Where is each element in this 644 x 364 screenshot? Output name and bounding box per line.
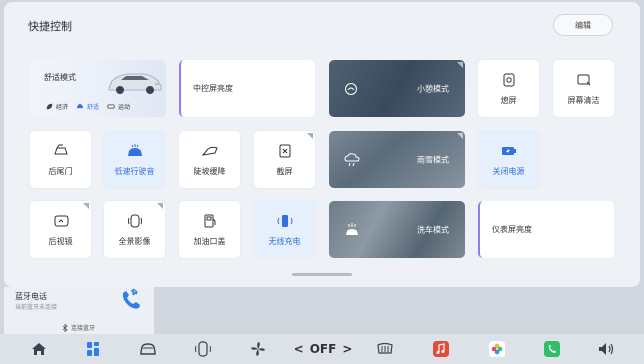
dock-defrost-button[interactable]	[374, 339, 396, 359]
bluetooth-status: 当前蓝牙未连接	[15, 304, 58, 311]
dock-seat-view-button[interactable]	[192, 339, 214, 359]
page-title: 快捷控制	[28, 20, 72, 33]
power-off-tile[interactable]: 关闭电源	[478, 131, 539, 188]
ac-increase-arrow[interactable]: >	[342, 342, 352, 356]
fan-icon	[251, 342, 265, 356]
screenshot-tile[interactable]: 截屏	[254, 131, 315, 188]
low-speed-sound-icon	[127, 144, 142, 156]
corner-marker	[157, 203, 163, 209]
mode-option-label: 经济	[56, 104, 69, 111]
corner-marker	[307, 133, 313, 139]
comfort-mode-tile[interactable]: 舒适模式 经济 舒适 运动	[30, 60, 166, 117]
screen-clean-icon	[577, 74, 590, 86]
photos-app-icon	[489, 341, 505, 357]
mode-option-label: 运动	[118, 104, 131, 111]
wireless-charging-label: 无线充电	[268, 237, 301, 246]
connect-bluetooth-label: 连接蓝牙	[71, 325, 96, 332]
car-icon	[76, 104, 84, 109]
suv-car-image	[108, 73, 162, 94]
edit-button[interactable]: 编辑	[553, 14, 613, 36]
rain-snow-icon	[344, 152, 360, 166]
mode-option-label: 舒适	[87, 104, 100, 111]
center-brightness-label: 中控屏亮度	[193, 84, 233, 93]
car-wash-mode-label: 洗车模式	[417, 225, 449, 234]
panoramic-icon	[127, 214, 142, 228]
comfort-mode-options: 经济 舒适 运动	[46, 102, 130, 111]
wireless-charging-tile[interactable]: 无线充电	[254, 201, 315, 258]
home-icon	[32, 343, 46, 355]
fuel-cap-tile[interactable]: 加油口盖	[179, 201, 240, 258]
mode-option-economy[interactable]: 经济	[46, 102, 68, 111]
rear-defrost-icon	[377, 342, 393, 354]
corner-marker	[83, 203, 89, 209]
dock-quick-control-button[interactable]	[82, 339, 104, 359]
rearview-mirror-label: 后视镜	[48, 237, 73, 246]
fuel-cap-icon	[204, 214, 215, 228]
car-front-icon	[140, 343, 156, 355]
panoramic-view-label: 全景影像	[118, 237, 151, 246]
comfort-mode-title: 舒适模式	[44, 73, 76, 82]
music-app-icon	[433, 341, 449, 357]
mode-option-comfort[interactable]: 舒适	[76, 102, 99, 111]
corner-marker	[457, 62, 463, 68]
ac-temperature-control[interactable]: < OFF >	[294, 339, 353, 359]
screen-off-icon	[503, 73, 514, 87]
bluetooth-phone-title: 蓝牙电话	[15, 292, 47, 301]
bluetooth-icon	[62, 323, 68, 332]
hill-descent-label: 陡坡缓降	[193, 167, 226, 176]
screenshot-icon	[279, 144, 290, 158]
power-off-label: 关闭电源	[492, 167, 525, 176]
mode-option-sport[interactable]: 运动	[107, 102, 130, 111]
screenshot-label: 截屏	[276, 167, 293, 176]
dashboard-brightness-label: 仪表屏亮度	[492, 225, 532, 234]
dock-music-app[interactable]	[430, 339, 452, 359]
fuel-cap-label: 加油口盖	[193, 237, 226, 246]
hill-descent-icon	[201, 146, 218, 156]
ac-state: OFF	[309, 342, 337, 356]
corner-marker	[457, 133, 463, 139]
car-wash-icon	[346, 222, 358, 235]
dashboard-brightness-slider[interactable]: 仪表屏亮度	[478, 201, 614, 258]
dock-fan-button[interactable]	[247, 339, 269, 359]
dock-photos-app[interactable]	[486, 339, 508, 359]
car-wash-mode-tile[interactable]: 洗车模式	[329, 201, 465, 258]
screen-off-tile[interactable]: 熄屏	[478, 60, 539, 117]
screen-clean-label: 屏幕清洁	[567, 96, 600, 105]
screen-off-label: 熄屏	[500, 96, 517, 105]
ac-decrease-arrow[interactable]: <	[294, 342, 304, 356]
phone-bluetooth-icon	[122, 288, 140, 309]
dock-volume-button[interactable]	[596, 339, 618, 359]
volume-icon	[599, 343, 614, 355]
tailgate-tile[interactable]: 后尾门	[30, 131, 91, 188]
tailgate-icon	[53, 144, 68, 155]
dock-vehicle-button[interactable]	[137, 339, 159, 359]
tailgate-label: 后尾门	[48, 167, 73, 176]
low-speed-sound-tile[interactable]: 低速行驶音	[104, 131, 165, 188]
sport-icon	[107, 104, 115, 109]
leaf-icon	[46, 103, 53, 110]
bluetooth-phone-card[interactable]: 蓝牙电话 当前蓝牙未连接 连接蓝牙	[4, 287, 154, 335]
center-brightness-slider[interactable]: 中控屏亮度	[179, 60, 315, 117]
bottom-dock: < OFF >	[0, 334, 644, 364]
nap-icon	[345, 82, 357, 95]
battery-bolt-icon	[501, 147, 516, 155]
rearview-mirror-tile[interactable]: 后视镜	[30, 201, 91, 258]
phone-app-icon	[544, 341, 560, 357]
car-top-view-icon	[195, 341, 211, 357]
mirror-icon	[54, 215, 68, 227]
low-speed-sound-label: 低速行驶音	[114, 167, 155, 176]
hill-descent-tile[interactable]: 陡坡缓降	[179, 131, 240, 188]
connect-bluetooth-button[interactable]: 连接蓝牙	[62, 323, 95, 332]
dock-phone-app[interactable]	[541, 339, 563, 359]
nap-mode-tile[interactable]: 小憩模式	[329, 60, 465, 117]
rain-snow-mode-label: 雨雪模式	[417, 155, 449, 164]
dock-home-button[interactable]	[28, 339, 50, 359]
home-indicator[interactable]	[292, 273, 352, 276]
rain-snow-mode-tile[interactable]: 雨雪模式	[329, 131, 465, 188]
nap-mode-label: 小憩模式	[417, 84, 449, 93]
panoramic-view-tile[interactable]: 全景影像	[104, 201, 165, 258]
wireless-charging-icon	[277, 215, 292, 227]
screen-clean-tile[interactable]: 屏幕清洁	[553, 60, 614, 117]
quick-control-icon	[87, 342, 99, 356]
